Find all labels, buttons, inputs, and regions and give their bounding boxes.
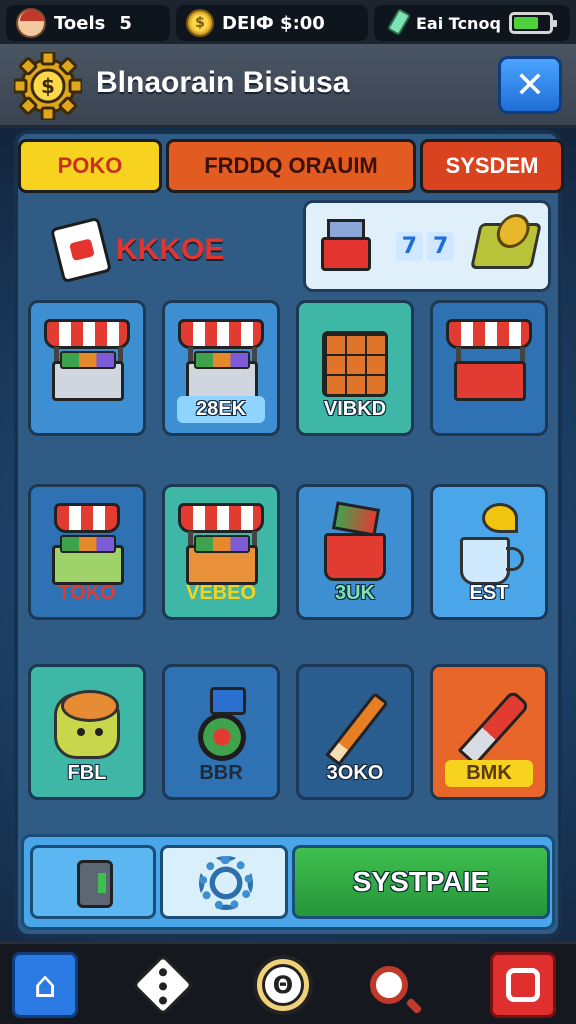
coin-icon: $ — [186, 9, 214, 37]
tile-9[interactable]: FBL — [28, 664, 146, 800]
promo-label: KKKOE — [116, 233, 225, 266]
pencil-icon — [308, 683, 402, 769]
close-icon: ✕ — [514, 64, 546, 106]
crate-icon — [308, 319, 402, 405]
stall-cart-icon — [317, 217, 375, 275]
tile-1[interactable] — [28, 300, 146, 436]
coin-pill[interactable]: $ DEIФ $:00 — [176, 5, 368, 41]
promo-left[interactable]: KKKOE — [49, 212, 276, 288]
tile-6[interactable]: VEBEO — [162, 484, 280, 620]
avatar — [16, 8, 46, 38]
close-button[interactable]: ✕ — [498, 56, 562, 114]
tile-2[interactable]: 28EK — [162, 300, 280, 436]
promo-right[interactable]: 7 7 — [303, 200, 551, 292]
device-label: Eai Tcnoq — [416, 13, 501, 33]
dice-button[interactable] — [130, 952, 196, 1018]
action-bar: SYSTPAIE — [21, 834, 555, 930]
record-button[interactable] — [490, 952, 556, 1018]
tab-label: FRDDQ ORAUIM — [204, 153, 378, 178]
home-icon: ⌂ — [33, 964, 57, 1006]
tile-label: FBL — [67, 762, 107, 784]
tile-10[interactable]: BBR — [162, 664, 280, 800]
gear-icon — [199, 856, 253, 910]
tile-7[interactable]: 3UK — [296, 484, 414, 620]
tile-label: BBR — [199, 762, 243, 784]
tab-sysdem[interactable]: SYSDEM — [420, 139, 564, 193]
bucket-icon — [308, 501, 402, 589]
device-pill: Eai Tcnoq — [374, 5, 570, 41]
tile-label: 3UK — [334, 582, 375, 604]
tab-poko[interactable]: POKO — [18, 139, 162, 193]
tab-label: SYSDEM — [445, 153, 539, 178]
record-icon — [506, 968, 540, 1002]
magnifier-icon — [370, 966, 408, 1004]
settings-button[interactable] — [160, 845, 288, 919]
card-icon — [49, 216, 113, 284]
svg-text:$: $ — [41, 74, 55, 98]
page-title: Blnaorain Bisiusa — [96, 66, 350, 99]
tile-label: 28EK — [177, 396, 265, 423]
tile-label: TOKO — [58, 582, 116, 604]
tile-label: EST — [469, 582, 509, 604]
tile-11[interactable]: 3OKO — [296, 664, 414, 800]
market-stall-icon — [40, 319, 134, 405]
coin-stack-icon — [470, 223, 543, 269]
player-pill[interactable]: Toels 5 — [6, 5, 170, 41]
tile-label: BMK — [445, 760, 533, 787]
status-bar: Toels 5 $ DEIФ $:00 Eai Tcnoq — [0, 0, 576, 44]
dice-icon — [131, 953, 195, 1017]
tile-label: 3OKO — [326, 762, 384, 784]
robot-wheel-icon — [174, 683, 268, 769]
tile-5[interactable]: TOKO — [28, 484, 146, 620]
knife-icon — [442, 683, 536, 769]
tab-frddq-oraium[interactable]: FRDDQ ORAUIM — [166, 139, 416, 193]
header: $ Blnaorain Bisiusa ✕ — [0, 44, 576, 128]
center-button[interactable]: Θ — [250, 952, 316, 1018]
tile-4[interactable] — [430, 300, 548, 436]
main-panel: POKO FRDDQ ORAUIM SYSDEM KKKOE 7 7 28EK … — [14, 130, 564, 938]
player-label: Toels — [54, 12, 106, 34]
wrench-icon — [384, 10, 408, 36]
promo-number: 7 — [395, 231, 423, 261]
cup-icon — [442, 503, 536, 589]
tile-8[interactable]: EST — [430, 484, 548, 620]
coin-ring-icon: Θ — [253, 955, 313, 1015]
tile-12[interactable]: BMK — [430, 664, 548, 800]
coin-label: DEIФ $:00 — [222, 12, 325, 34]
gear-coin-icon: $ — [14, 52, 82, 120]
basket-stall-icon — [40, 503, 134, 589]
market-stall-icon — [174, 319, 268, 405]
phone-icon — [77, 860, 113, 908]
device-button[interactable] — [30, 845, 156, 919]
search-button[interactable] — [356, 952, 422, 1018]
primary-button[interactable]: SYSTPAIE — [292, 845, 550, 919]
tile-label: VEBEO — [185, 582, 257, 604]
tile-label: VIBKD — [323, 398, 387, 420]
cart-stall-icon — [442, 319, 536, 405]
battery-fill — [513, 17, 538, 29]
battery-icon — [508, 12, 557, 34]
tile-3[interactable]: VIBKD — [296, 300, 414, 436]
tab-label: POKO — [57, 153, 123, 178]
center-label: Θ — [262, 964, 304, 1006]
home-button[interactable]: ⌂ — [12, 952, 78, 1018]
promo-number-2: 7 — [427, 231, 455, 261]
bottom-nav: ⌂ Θ — [0, 942, 576, 1024]
cactus-creature-icon — [40, 683, 134, 769]
player-count: 5 — [119, 12, 132, 34]
market-stall-icon — [174, 503, 268, 589]
